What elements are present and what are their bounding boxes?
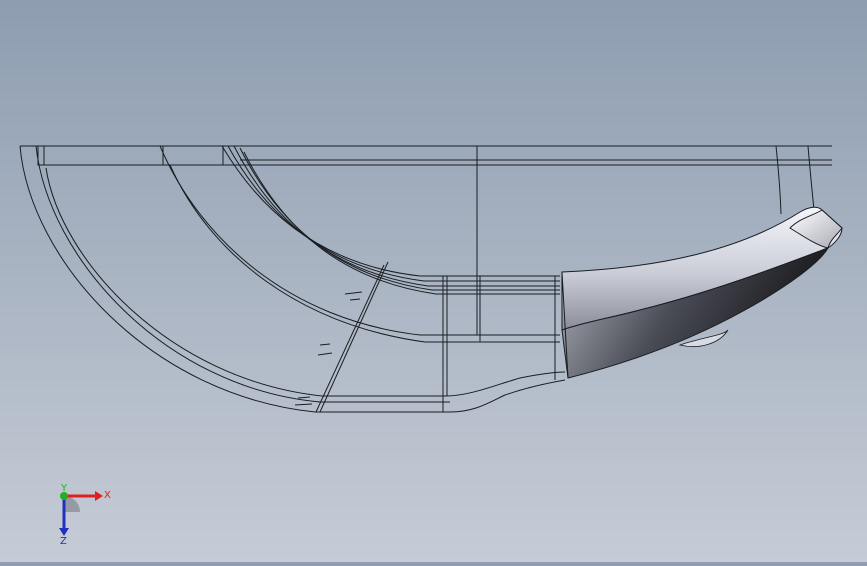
y-axis-label: Y (60, 483, 68, 494)
z-arrow-head (59, 528, 69, 536)
radial-line-1 (319, 261, 389, 413)
outer-arc-inner2 (45, 167, 566, 397)
model-wireframe[interactable] (0, 0, 867, 562)
z-axis-label: Z (60, 536, 67, 547)
triad-graphic: X Y Z (59, 483, 111, 547)
inner-arc-2 (227, 145, 560, 282)
inner-arc-3 (233, 145, 560, 287)
radial-line-2 (315, 264, 385, 413)
inner-arc-4 (239, 147, 560, 291)
coordinate-triad: X Y Z (40, 478, 120, 548)
shaded-handle (561, 206, 843, 379)
mid-arc-2 (169, 164, 560, 343)
right-rib-1 (775, 145, 782, 215)
graphics-viewport[interactable] (0, 0, 867, 562)
top-slot-mid (162, 145, 224, 166)
x-axis-label: X (104, 490, 111, 501)
top-slot-left (37, 145, 164, 166)
right-rib-2 (807, 145, 815, 211)
inner-arc-5 (243, 151, 560, 295)
x-arrow-head (95, 491, 103, 501)
